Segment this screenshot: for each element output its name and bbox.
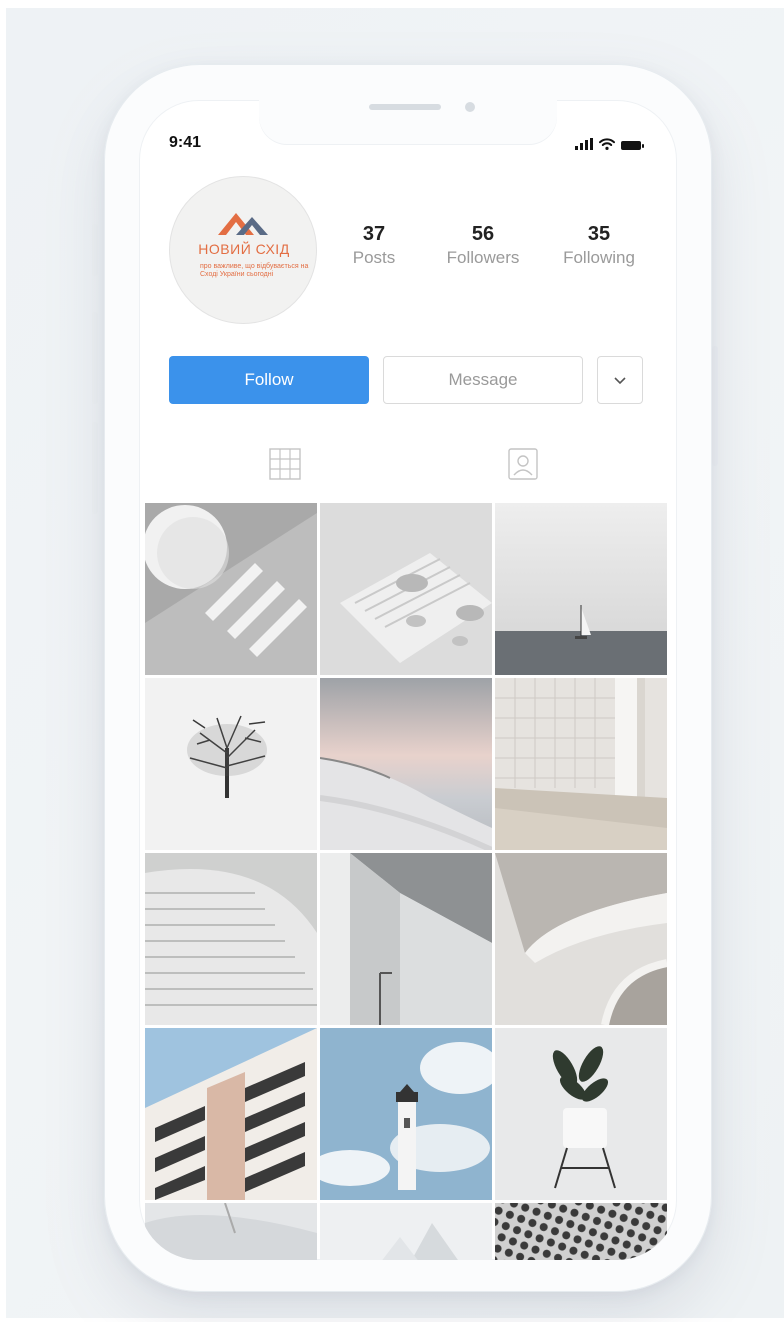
power-button [712, 346, 718, 466]
post-tile[interactable] [145, 503, 317, 675]
front-camera [465, 102, 475, 112]
avatar-tagline: про важливе, що відбувається на Сході Ук… [200, 263, 309, 278]
stat-following-label: Following [563, 248, 635, 267]
post-image [145, 1203, 317, 1260]
post-image [145, 503, 317, 675]
grid-icon [269, 448, 301, 480]
post-tile[interactable] [495, 853, 667, 1025]
status-icons [575, 136, 644, 150]
stat-following-value: 35 [587, 223, 611, 245]
post-image [495, 853, 667, 1025]
post-image [320, 678, 492, 850]
post-image [145, 678, 317, 850]
post-tile[interactable] [320, 503, 492, 675]
post-image [320, 1203, 492, 1260]
post-tile[interactable] [320, 1203, 492, 1260]
post-image [495, 1028, 667, 1200]
post-image [495, 1203, 667, 1260]
phone-screen: 9:41 НОВИЙ СХІД про важливе, що відбуває… [139, 100, 677, 1260]
post-tile[interactable] [145, 678, 317, 850]
mute-switch [92, 224, 98, 276]
post-tile[interactable] [145, 853, 317, 1025]
post-tile[interactable] [145, 1203, 317, 1260]
background: 9:41 НОВИЙ СХІД про важливе, що відбуває… [6, 8, 784, 1318]
post-tile[interactable] [495, 503, 667, 675]
status-time: 9:41 [169, 134, 202, 151]
volume-up-button [92, 312, 98, 404]
stat-posts-value: 37 [362, 223, 386, 245]
post-tile[interactable] [145, 1028, 317, 1200]
stat-posts-label: Posts [352, 248, 396, 267]
stat-followers[interactable]: 56 Followers [433, 222, 533, 270]
post-image [145, 1028, 317, 1200]
follow-button[interactable]: Follow [169, 356, 369, 404]
post-image [320, 1028, 492, 1200]
post-image [320, 503, 492, 675]
tab-grid[interactable] [267, 446, 303, 487]
speaker [369, 104, 441, 110]
stat-followers-label: Followers [446, 248, 520, 267]
post-tile[interactable] [495, 1028, 667, 1200]
post-image [145, 853, 317, 1025]
chevron-down-icon [614, 377, 626, 385]
stat-posts[interactable]: 37 Posts [339, 222, 409, 270]
post-tile[interactable] [495, 1203, 667, 1260]
avatar-brand-name: НОВИЙ СХІД [198, 241, 290, 257]
wifi-icon [599, 138, 615, 150]
post-image [320, 853, 492, 1025]
signal-icon [575, 138, 593, 150]
tagged-person-icon [508, 448, 538, 480]
stat-followers-value: 56 [471, 223, 495, 245]
stat-following[interactable]: 35 Following [551, 222, 647, 270]
volume-down-button [92, 422, 98, 514]
post-tile[interactable] [320, 678, 492, 850]
tab-tagged[interactable] [505, 446, 541, 487]
logo-icon [218, 213, 268, 235]
profile-avatar[interactable]: НОВИЙ СХІД про важливе, що відбувається … [169, 176, 317, 324]
post-tile[interactable] [320, 853, 492, 1025]
post-image [495, 503, 667, 675]
notch [259, 100, 557, 144]
post-tile[interactable] [320, 1028, 492, 1200]
more-options-button[interactable] [597, 356, 643, 404]
message-button[interactable]: Message [383, 356, 583, 404]
post-image [495, 678, 667, 850]
post-tile[interactable] [495, 678, 667, 850]
battery-icon [621, 141, 644, 150]
